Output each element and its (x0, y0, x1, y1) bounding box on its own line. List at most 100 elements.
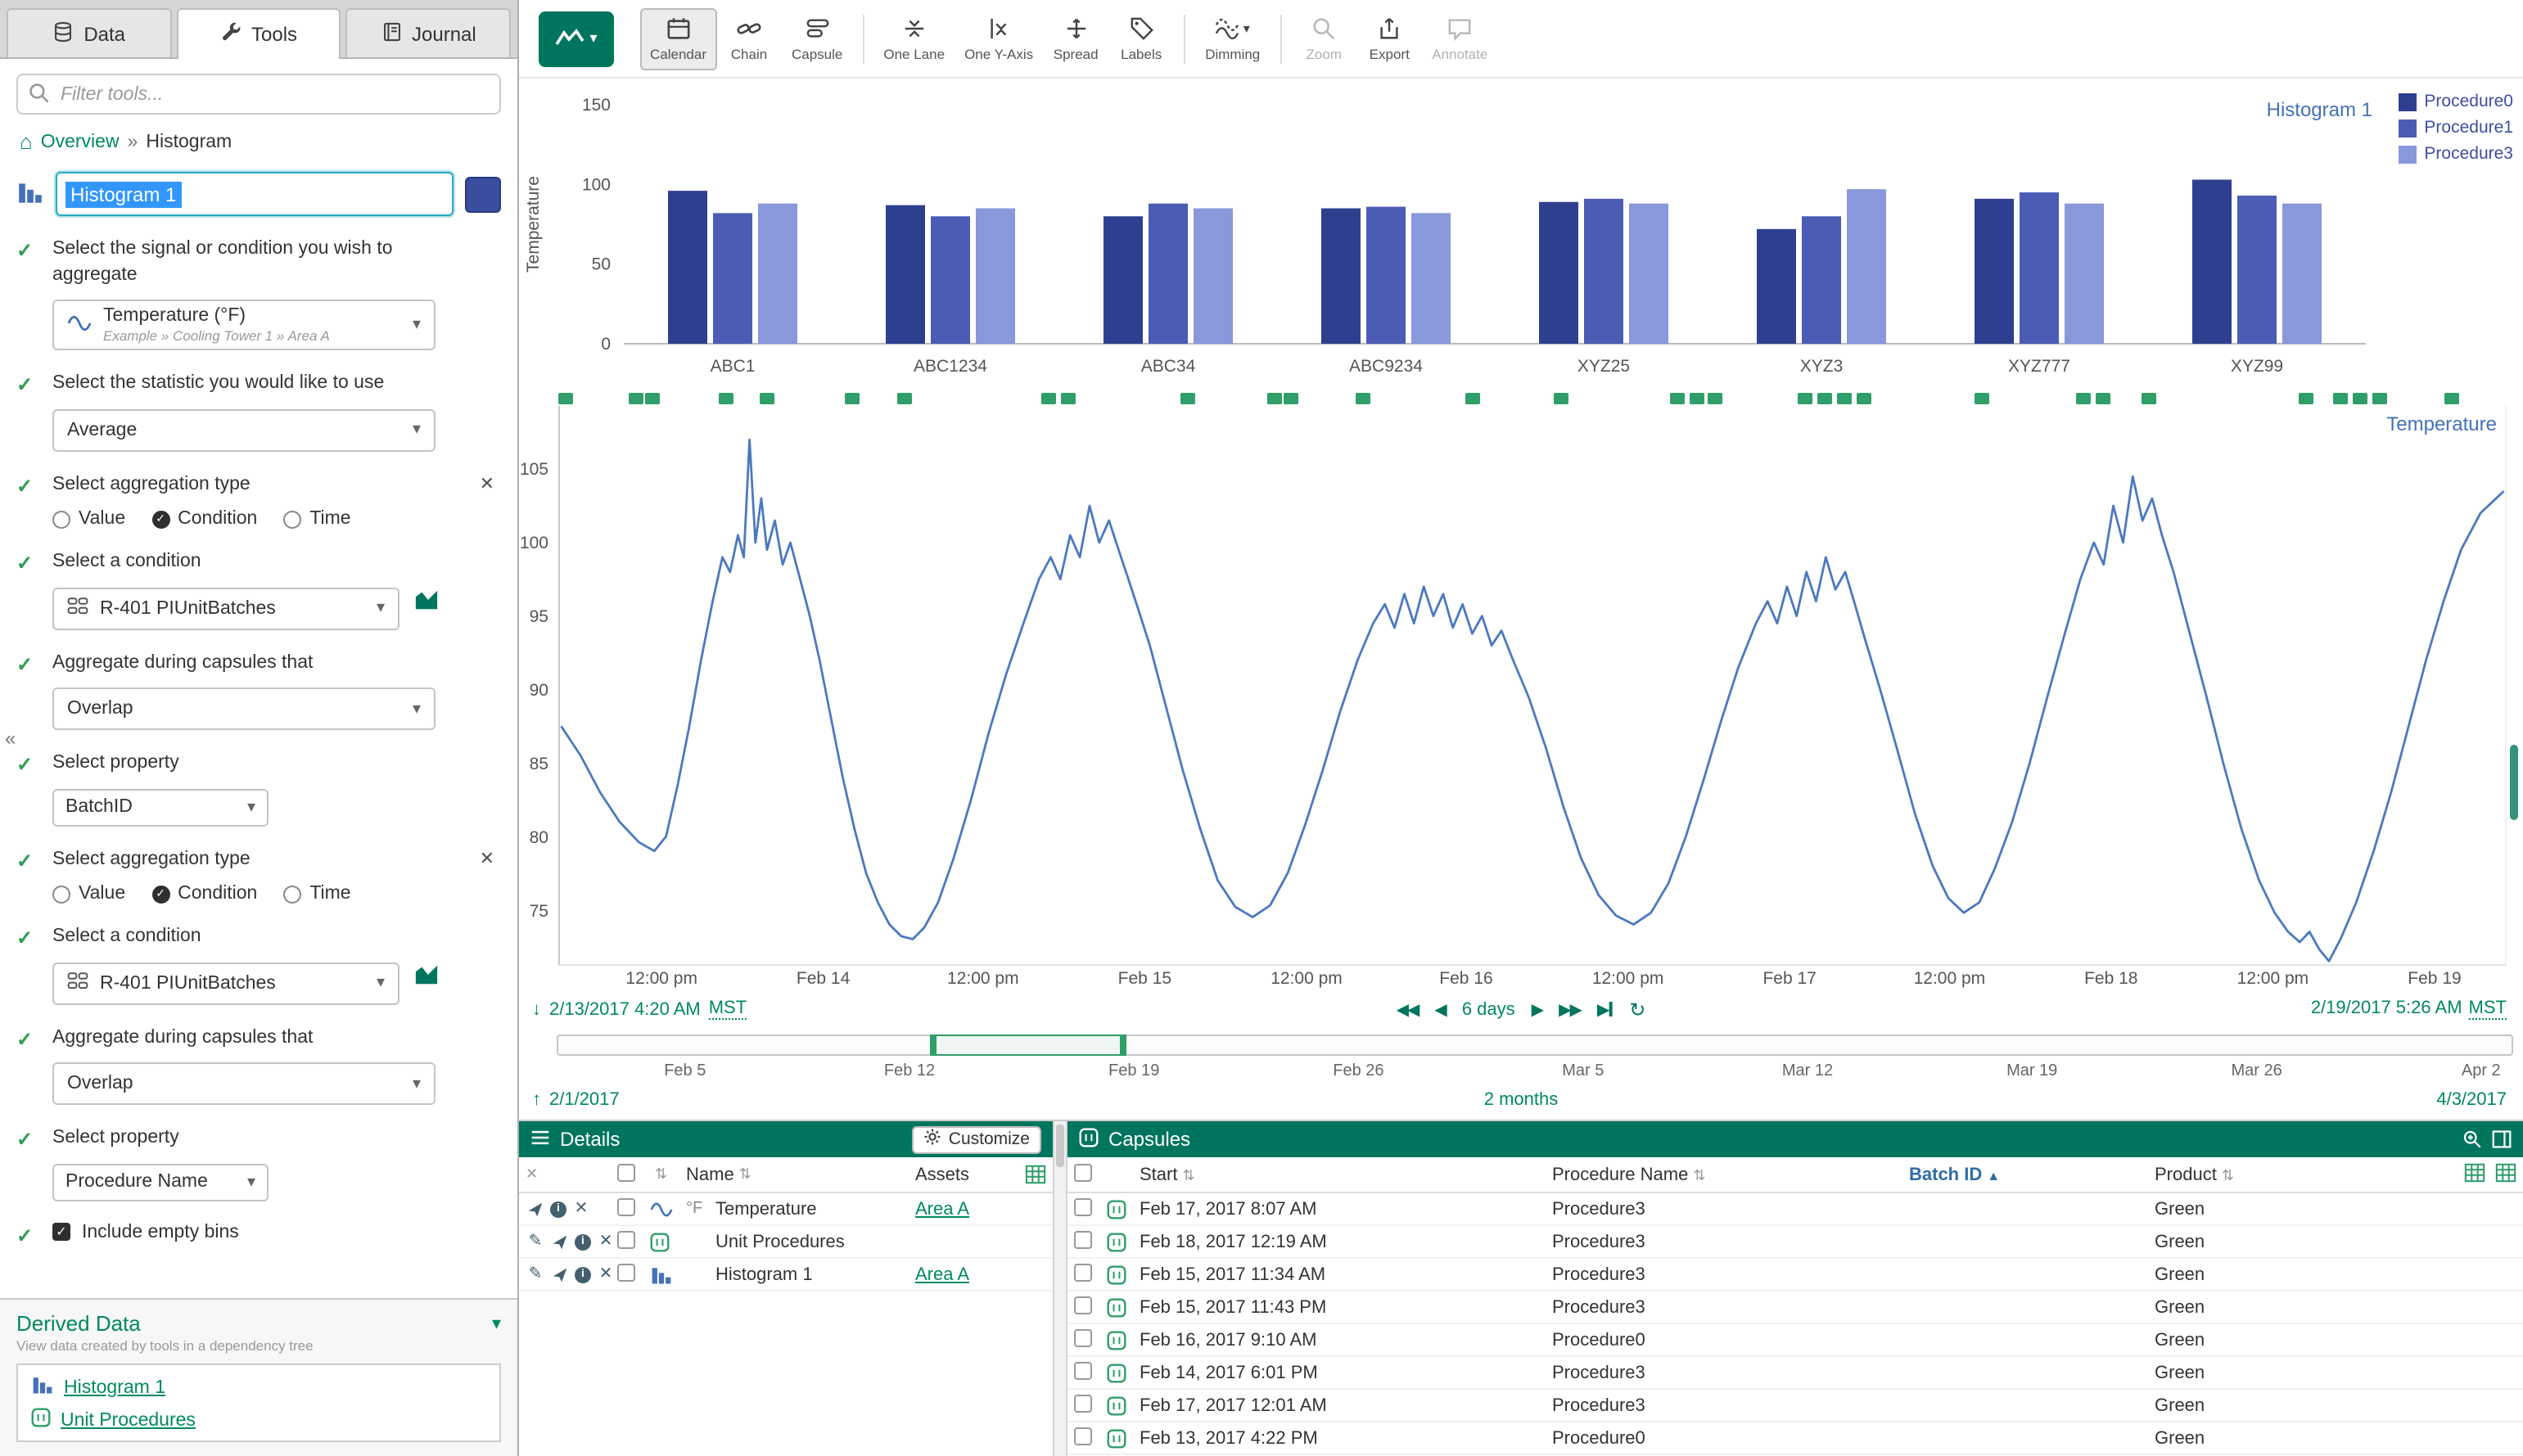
row-checkbox[interactable] (1074, 1296, 1092, 1314)
table-row[interactable]: Feb 18, 2017 12:19 AMProcedure3Green (1067, 1226, 2523, 1259)
asset-link[interactable]: Area A (915, 1264, 969, 1284)
derived-data-header[interactable]: Derived Data ▾ (16, 1311, 501, 1336)
jump-back-icon[interactable]: ◀◀ (1397, 1001, 1419, 1019)
timebar-selection[interactable] (930, 1035, 1126, 1056)
add-column-icon[interactable] (1017, 1164, 1046, 1185)
pin-icon[interactable] (526, 1199, 545, 1219)
range-start[interactable]: 2/13/2017 4:20 AM (549, 999, 701, 1019)
table-row[interactable]: Feb 17, 2017 8:07 AMProcedure3Green (1067, 1193, 2523, 1226)
column-header-product[interactable]: Product⇅ (2155, 1165, 2438, 1184)
select-all-checkbox[interactable] (1074, 1163, 1092, 1181)
column-header-procedure-name[interactable]: Procedure Name⇅ (1552, 1165, 1909, 1184)
table-row[interactable]: Feb 14, 2017 6:01 PMProcedure3Green (1067, 1357, 2523, 1390)
investigate-duration[interactable]: 2 months (1484, 1090, 1559, 1110)
radio-value[interactable]: Value (52, 509, 125, 529)
range-duration[interactable]: 6 days (1462, 1000, 1515, 1020)
pin-icon[interactable] (550, 1232, 570, 1251)
add-column-icon[interactable] (2495, 1161, 2516, 1188)
investigate-start[interactable]: 2/1/2017 (549, 1090, 620, 1110)
color-swatch-button[interactable] (465, 176, 501, 212)
row-checkbox[interactable] (1074, 1427, 1092, 1445)
panel-splitter[interactable] (1053, 1121, 1067, 1456)
view-selector-button[interactable]: ▾ (539, 11, 614, 66)
table-row[interactable]: Feb 17, 2017 12:01 AMProcedure3Green (1067, 1390, 2523, 1422)
investigate-end[interactable]: 4/3/2017 (2436, 1090, 2507, 1110)
table-row[interactable]: ✎i✕Histogram 1Area A (519, 1259, 1053, 1291)
step-back-icon[interactable]: ◀ (1434, 1001, 1445, 1019)
range-end[interactable]: 2/19/2017 5:26 AM (2311, 998, 2462, 1020)
step-to-end-icon[interactable]: ▶ (1597, 1001, 1613, 1019)
y-axis-scrollbar[interactable] (2510, 745, 2518, 820)
pin-icon[interactable] (550, 1264, 570, 1284)
derived-item[interactable]: Histogram 1 (31, 1373, 486, 1401)
toolbar-button-one-lane[interactable]: One Lane (873, 7, 955, 70)
row-checkbox[interactable] (1074, 1230, 1092, 1248)
sort-icon[interactable]: ⇅ (655, 1165, 667, 1183)
row-checkbox[interactable] (1074, 1328, 1092, 1346)
edit-icon[interactable]: ✎ (526, 1232, 545, 1251)
home-icon[interactable]: ⌂ (20, 131, 33, 152)
investigate-start-arrow-icon[interactable]: ↑ (532, 1090, 541, 1110)
timebar-track[interactable] (557, 1035, 2513, 1056)
tab-data[interactable]: Data (7, 8, 171, 57)
table-row[interactable]: Feb 15, 2017 11:43 PMProcedure3Green (1067, 1291, 2523, 1324)
row-checkbox[interactable] (1074, 1197, 1092, 1215)
tab-tools[interactable]: Tools (176, 8, 341, 57)
statistic-select[interactable]: Average ▾ (52, 408, 436, 451)
row-checkbox[interactable] (617, 1230, 635, 1248)
toolbar-button-calendar[interactable]: Calendar (640, 7, 716, 70)
info-icon[interactable]: i (575, 1233, 591, 1250)
toolbar-button-one-y-axis[interactable]: One Y-Axis (955, 7, 1043, 70)
overlap-select[interactable]: Overlap ▾ (52, 687, 436, 730)
tool-name-input[interactable]: Histogram 1 (56, 172, 454, 216)
column-header-name[interactable]: Name⇅ (686, 1165, 915, 1184)
info-icon[interactable]: i (575, 1266, 591, 1282)
remove-icon[interactable]: ✕ (571, 1199, 591, 1219)
radio-condition[interactable]: ✓Condition (151, 509, 257, 529)
range-start-timezone[interactable]: MST (709, 998, 747, 1020)
info-icon[interactable]: i (550, 1201, 566, 1217)
row-checkbox[interactable] (1074, 1361, 1092, 1379)
area-chart-icon[interactable] (414, 588, 439, 617)
step-forward-icon[interactable]: ▶ (1532, 1001, 1542, 1019)
toolbar-button-capsule[interactable]: Capsule (782, 7, 852, 70)
remove-icon[interactable]: ✕ (596, 1264, 616, 1284)
column-header-batch-id[interactable]: Batch ID▲ (1909, 1165, 2155, 1184)
row-checkbox[interactable] (617, 1197, 635, 1215)
row-checkbox[interactable] (1074, 1263, 1092, 1281)
table-row[interactable]: i✕°FTemperatureArea A (519, 1193, 1053, 1226)
derived-item[interactable]: Unit Procedures (31, 1408, 486, 1432)
table-row[interactable]: Feb 16, 2017 9:10 AMProcedure0Green (1067, 1324, 2523, 1357)
select-all-checkbox[interactable] (617, 1163, 635, 1181)
remove-section-icon[interactable]: ✕ (480, 472, 494, 494)
panel-toggle-icon[interactable] (2492, 1129, 2512, 1149)
collapse-left-handle[interactable]: « (5, 727, 16, 750)
toolbar-button-spread[interactable]: Spread (1043, 7, 1108, 70)
overlap-select[interactable]: Overlap ▾ (52, 1062, 436, 1105)
table-row[interactable]: Feb 13, 2017 4:22 PMProcedure0Green (1067, 1422, 2523, 1455)
toolbar-button-chain[interactable]: Chain (716, 7, 782, 70)
range-end-timezone[interactable]: MST (2469, 998, 2507, 1020)
refresh-icon[interactable]: ↻ (1629, 998, 1645, 1021)
area-chart-icon[interactable] (414, 962, 439, 992)
remove-icon[interactable]: ✕ (596, 1232, 616, 1251)
zoom-capsules-icon[interactable] (2462, 1129, 2482, 1149)
signal-select[interactable]: Temperature (°F) Example » Cooling Tower… (52, 300, 436, 350)
toolbar-button-export[interactable]: Export (1356, 7, 1422, 70)
radio-time[interactable]: Time (283, 509, 350, 529)
toolbar-button-labels[interactable]: Labels (1108, 7, 1174, 70)
edit-icon[interactable]: ✎ (526, 1264, 545, 1284)
asset-link[interactable]: Area A (915, 1199, 969, 1219)
remove-all-icon[interactable]: ✕ (526, 1165, 617, 1183)
radio-value[interactable]: Value (52, 884, 125, 904)
jump-forward-icon[interactable]: ▶▶ (1559, 1001, 1581, 1019)
property-select[interactable]: Procedure Name ▾ (52, 1163, 269, 1201)
customize-button[interactable]: Customize (913, 1125, 1041, 1153)
row-checkbox[interactable] (617, 1263, 635, 1281)
condition-select[interactable]: R-401 PIUnitBatches ▾ (52, 962, 399, 1004)
add-column-icon[interactable] (2464, 1161, 2485, 1188)
toolbar-button-dimming[interactable]: ▾Dimming (1195, 7, 1270, 70)
filter-tools-input[interactable] (16, 74, 501, 115)
table-row[interactable]: Feb 15, 2017 11:34 AMProcedure3Green (1067, 1259, 2523, 1291)
tab-journal[interactable]: Journal (346, 8, 511, 57)
